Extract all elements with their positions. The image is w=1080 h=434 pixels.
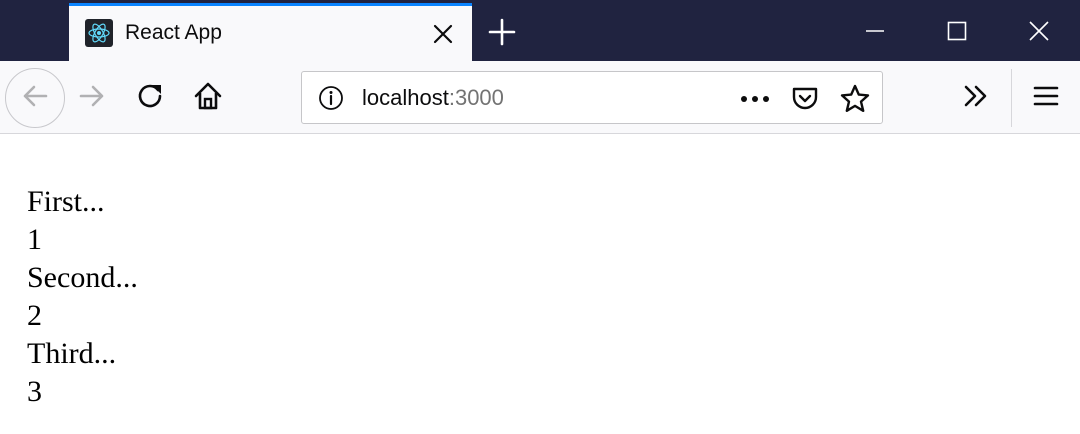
- new-tab-plus-icon[interactable]: [488, 18, 516, 46]
- hamburger-icon: [1032, 82, 1060, 115]
- home-icon: [192, 80, 224, 117]
- url-port: :3000: [448, 85, 504, 110]
- info-icon[interactable]: [318, 85, 344, 111]
- url-bar[interactable]: localhost:3000: [301, 71, 883, 124]
- open-menu-button[interactable]: [1027, 79, 1065, 117]
- page-text-line: 2: [27, 299, 42, 332]
- navigation-toolbar: localhost:3000: [0, 61, 1080, 134]
- close-tab-icon[interactable]: [432, 23, 454, 45]
- toolbar-overflow-button[interactable]: [957, 79, 995, 117]
- bookmark-star-icon[interactable]: [839, 83, 871, 115]
- toolbar-separator: [1011, 69, 1012, 127]
- page-text-line: Third...: [27, 337, 117, 370]
- page-text-line: Second...: [27, 261, 138, 294]
- reload-icon: [135, 81, 165, 116]
- page-text-line: First...: [27, 185, 105, 218]
- pocket-icon[interactable]: [790, 84, 820, 114]
- url-text[interactable]: localhost:3000: [362, 85, 504, 111]
- page-text-line: 1: [27, 223, 42, 256]
- react-logo-icon: [85, 19, 113, 47]
- back-button[interactable]: [5, 68, 65, 128]
- arrow-right-icon: [77, 81, 107, 116]
- arrow-left-icon: [20, 81, 50, 116]
- tab-react-app[interactable]: React App: [69, 3, 472, 61]
- maximize-window-button[interactable]: [916, 0, 998, 61]
- double-chevron-icon: [961, 81, 991, 116]
- tab-title: React App: [125, 21, 222, 44]
- page-content: First... 1 Second... 2 Third... 3: [27, 183, 138, 411]
- browser-titlebar: React App: [0, 0, 1080, 61]
- home-button[interactable]: [189, 79, 227, 117]
- minimize-window-button[interactable]: [834, 0, 916, 61]
- page-text-line: 3: [27, 375, 42, 408]
- reload-button[interactable]: [131, 79, 169, 117]
- close-window-button[interactable]: [998, 0, 1080, 61]
- forward-button[interactable]: [73, 79, 111, 117]
- url-host: localhost: [362, 85, 449, 110]
- page-actions-more-icon[interactable]: [738, 86, 772, 112]
